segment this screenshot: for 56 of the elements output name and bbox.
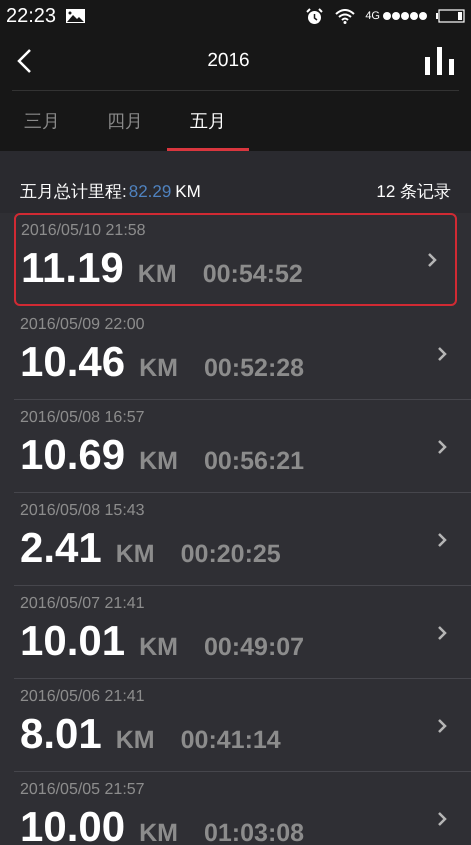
chevron-right-icon bbox=[437, 811, 447, 827]
month-tab[interactable]: 四月 bbox=[84, 91, 166, 151]
battery-icon bbox=[436, 9, 465, 23]
chevron-right-icon bbox=[437, 439, 447, 455]
distance-unit: KM bbox=[116, 725, 155, 756]
month-tab[interactable]: 三月 bbox=[1, 91, 83, 151]
bar-chart-icon[interactable] bbox=[425, 47, 455, 75]
record-date: 2016/05/05 21:57 bbox=[20, 780, 145, 800]
record-duration: 00:41:14 bbox=[180, 725, 281, 756]
chevron-right-icon bbox=[427, 252, 437, 268]
record-distance: 10.01 bbox=[20, 617, 126, 665]
chevron-right-icon bbox=[437, 625, 447, 641]
distance-unit: KM bbox=[139, 818, 178, 845]
record-duration: 00:52:28 bbox=[204, 353, 304, 384]
chevron-right-icon bbox=[437, 346, 447, 362]
record-date: 2016/05/10 21:58 bbox=[21, 221, 146, 241]
status-time: 22:23 bbox=[6, 4, 56, 29]
record-row[interactable]: 2016/05/07 21:41 10.01 KM 00:49:07 bbox=[14, 586, 471, 679]
network-type: 4G bbox=[365, 8, 380, 24]
record-date: 2016/05/06 21:41 bbox=[20, 687, 145, 707]
chevron-right-icon bbox=[437, 532, 447, 548]
wifi-icon bbox=[335, 8, 356, 24]
record-date: 2016/05/08 15:43 bbox=[20, 501, 145, 521]
record-date: 2016/05/09 22:00 bbox=[20, 315, 145, 335]
distance-unit: KM bbox=[116, 539, 155, 570]
record-row[interactable]: 2016/05/05 21:57 10.00 KM 01:03:08 bbox=[14, 772, 471, 845]
record-duration: 00:56:21 bbox=[204, 446, 304, 477]
distance-unit: KM bbox=[138, 259, 177, 290]
distance-unit: KM bbox=[139, 353, 178, 384]
chevron-right-icon bbox=[437, 718, 447, 734]
monthly-total-text: 五月总计里程:82.29 KM bbox=[20, 180, 201, 202]
record-distance: 10.00 bbox=[20, 803, 126, 845]
record-row[interactable]: 2016/05/06 21:41 8.01 KM 00:41:14 bbox=[14, 679, 471, 772]
record-row[interactable]: 2016/05/10 21:58 11.19 KM 00:54:52 bbox=[14, 213, 457, 306]
record-distance: 8.01 bbox=[20, 710, 102, 758]
record-date: 2016/05/08 16:57 bbox=[20, 408, 145, 428]
record-duration: 00:20:25 bbox=[180, 539, 281, 570]
image-icon bbox=[66, 9, 86, 23]
record-row[interactable]: 2016/05/08 16:57 10.69 KM 00:56:21 bbox=[14, 400, 471, 493]
record-count: 12 条记录 bbox=[376, 180, 451, 202]
distance-unit: KM bbox=[139, 446, 178, 477]
record-row[interactable]: 2016/05/08 15:43 2.41 KM 00:20:25 bbox=[14, 493, 471, 586]
record-distance: 11.19 bbox=[21, 244, 124, 292]
alarm-icon bbox=[306, 8, 324, 24]
signal-icon bbox=[382, 11, 428, 21]
record-row[interactable]: 2016/05/09 22:00 10.46 KM 00:52:28 bbox=[14, 307, 471, 400]
record-duration: 01:03:08 bbox=[204, 818, 304, 845]
distance-unit: KM bbox=[139, 632, 178, 663]
record-distance: 10.46 bbox=[20, 338, 126, 386]
record-distance: 2.41 bbox=[20, 524, 102, 572]
record-distance: 10.69 bbox=[20, 431, 126, 479]
record-date: 2016/05/07 21:41 bbox=[20, 594, 145, 614]
back-icon[interactable] bbox=[16, 48, 32, 74]
record-duration: 00:49:07 bbox=[204, 632, 304, 663]
record-duration: 00:54:52 bbox=[202, 259, 303, 290]
page-title: 2016 bbox=[207, 48, 250, 73]
